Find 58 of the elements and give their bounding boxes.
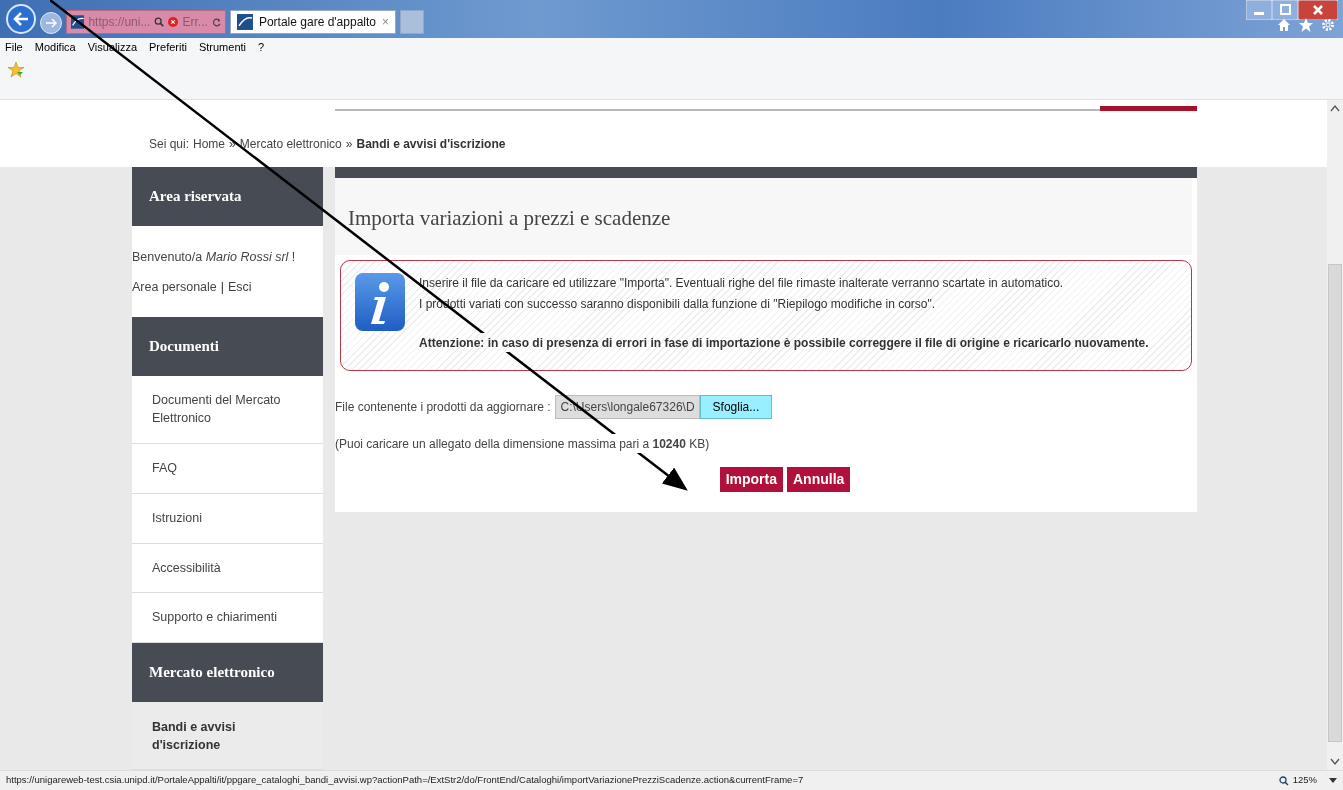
status-url: https://unigareweb-test.csia.unipd.it/PortaleAppalti/it/ppgare_cataloghi_bandi_avvisi.wp?actionPath=/ExtStr2/do/FrontEnd/Cataloghi/importVariazionePrezziScadenze.action&currentFrame=7 (6, 773, 804, 788)
welcome-text: Benvenuto/a Mario Rossi srl ! (132, 248, 297, 266)
zoom-icon[interactable] (1278, 775, 1289, 786)
settings-icon[interactable] (1321, 18, 1335, 32)
close-button[interactable] (1298, 0, 1338, 20)
sidebar-item[interactable]: Documenti del Mercato Elettronico (132, 375, 323, 444)
error-icon (168, 16, 179, 28)
account-link[interactable]: Area personale (132, 278, 217, 297)
scroll-up-icon[interactable] (1330, 104, 1340, 112)
sidebar-heading: Area riservata (132, 167, 323, 226)
info-icon (355, 273, 405, 332)
menu-item[interactable]: Modifica (34, 39, 76, 56)
file-label: File contenente i prodotti da aggiornare : (335, 399, 551, 417)
link-separator: | (220, 279, 225, 297)
info-text: Inserire il file da caricare ed utilizzare "Importa". Eventuali righe del file rimaste inalterate verranno scartate in automatico. (419, 275, 1065, 293)
action-button[interactable]: Importa (719, 467, 783, 493)
scroll-down-icon[interactable] (1330, 758, 1340, 766)
sidebar-item[interactable]: Istruzioni (132, 493, 323, 544)
page-title: Importa variazioni a prezzi e scadenze (335, 178, 1192, 256)
zoom-level[interactable]: 125% (1292, 773, 1317, 788)
warning-text: Attenzione: in caso di presenza di errori in fase di importazione è possibile correggere il file di origine e ricaricarlo nuovamente. (419, 335, 1149, 353)
breadcrumb-link[interactable]: Home (193, 135, 226, 153)
sidebar-heading: Mercato elettronico (132, 643, 323, 702)
sidebar-item[interactable]: Bandi e avvisi d'iscrizione (132, 701, 323, 770)
forward-button[interactable] (40, 12, 62, 34)
sidebar-item[interactable]: FAQ (132, 444, 323, 494)
menu-item[interactable]: Preferiti (149, 39, 187, 56)
size-note: (Puoi caricare un allegato della dimensione massima pari a 10240 KB) (335, 436, 711, 454)
action-button[interactable]: Annulla (787, 467, 851, 493)
breadcrumb-current: Bandi e avvisi d'iscrizione (356, 136, 506, 153)
search-icon[interactable] (154, 16, 165, 28)
close-tab-button[interactable]: × (382, 13, 389, 31)
browser-tab[interactable]: Portale gare d'appalto × (230, 10, 396, 34)
scroll-thumb[interactable] (1328, 264, 1342, 742)
site-icon (237, 14, 253, 30)
sidebar-item[interactable]: Accessibilità (132, 543, 323, 594)
breadcrumb-separator: » (229, 136, 236, 153)
breadcrumb-link[interactable]: Mercato elettronico (239, 135, 342, 153)
account-link[interactable]: Esci (228, 278, 252, 297)
back-button[interactable] (6, 4, 36, 34)
scrollbar[interactable] (1327, 100, 1343, 770)
sidebar-heading: Documenti (132, 317, 323, 376)
back-arrow-icon (13, 12, 29, 26)
star-icon[interactable] (1299, 18, 1313, 32)
browse-button[interactable]: Sfoglia... (699, 395, 773, 420)
refresh-icon[interactable] (211, 16, 221, 28)
home-icon[interactable] (1277, 18, 1291, 32)
error-text: Err... (182, 14, 208, 31)
caret-icon[interactable] (1329, 777, 1337, 784)
forward-arrow-icon (45, 18, 57, 28)
breadcrumb-label: Sei qui: (149, 136, 190, 153)
tab-title: Portale gare d'appalto (258, 14, 376, 31)
menu-item[interactable]: Strumenti (198, 39, 246, 56)
address-text: https://uni... (88, 14, 151, 31)
favorites-star-icon[interactable] (8, 61, 24, 78)
breadcrumb-separator: » (345, 136, 353, 153)
menu-item[interactable]: ? (258, 39, 265, 56)
menu-item[interactable]: File (5, 39, 23, 56)
